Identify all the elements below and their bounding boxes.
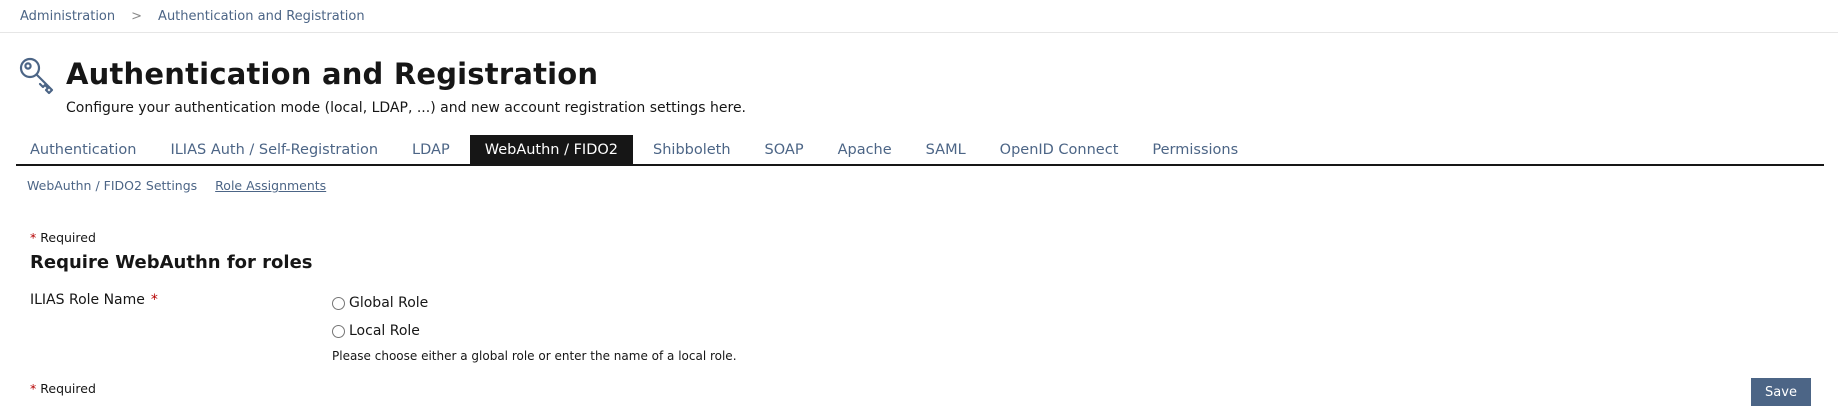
tab-openid-connect[interactable]: OpenID Connect bbox=[986, 135, 1133, 164]
tab-saml[interactable]: SAML bbox=[912, 135, 980, 164]
section-title: Require WebAuthn for roles bbox=[30, 252, 313, 273]
global-role-radio[interactable] bbox=[332, 296, 345, 310]
tab-webauthn-fido2[interactable]: WebAuthn / FIDO2 bbox=[469, 135, 634, 164]
key-icon bbox=[19, 57, 54, 95]
required-label: Required bbox=[40, 381, 96, 396]
required-label: Required bbox=[40, 230, 96, 245]
role-name-label: ILIAS Role Name * bbox=[30, 292, 158, 308]
subtab-webauthn-settings[interactable]: WebAuthn / FIDO2 Settings bbox=[27, 178, 197, 193]
tab-authentication[interactable]: Authentication bbox=[16, 135, 150, 164]
breadcrumb-item-authentication[interactable]: Authentication and Registration bbox=[158, 9, 365, 24]
required-star: * bbox=[150, 292, 158, 308]
tab-apache[interactable]: Apache bbox=[824, 135, 906, 164]
global-role-label: Global Role bbox=[349, 295, 429, 311]
page-title: Authentication and Registration bbox=[66, 57, 599, 91]
local-role-label: Local Role bbox=[349, 323, 420, 339]
breadcrumb: Administration > Authentication and Regi… bbox=[0, 0, 1838, 33]
required-star: * bbox=[30, 381, 37, 396]
required-note-bottom: * Required bbox=[30, 381, 96, 396]
save-button[interactable]: Save bbox=[1751, 378, 1811, 406]
tab-shibboleth[interactable]: Shibboleth bbox=[639, 135, 745, 164]
page-description: Configure your authentication mode (loca… bbox=[66, 100, 747, 116]
required-note-top: * Required bbox=[30, 230, 96, 245]
breadcrumb-separator: > bbox=[131, 8, 143, 24]
role-name-label-text: ILIAS Role Name bbox=[30, 292, 145, 308]
breadcrumb-item-administration[interactable]: Administration bbox=[20, 9, 115, 24]
local-role-radio[interactable] bbox=[332, 324, 345, 338]
tab-soap[interactable]: SOAP bbox=[751, 135, 818, 164]
tab-ilias-auth-self-registration[interactable]: ILIAS Auth / Self-Registration bbox=[156, 135, 392, 164]
tab-permissions[interactable]: Permissions bbox=[1138, 135, 1252, 164]
main-tabs: Authentication ILIAS Auth / Self-Registr… bbox=[16, 135, 1824, 166]
tab-ldap[interactable]: LDAP bbox=[398, 135, 464, 164]
subtab-role-assignments[interactable]: Role Assignments bbox=[215, 178, 326, 193]
page-header: Authentication and Registration bbox=[18, 54, 598, 96]
sub-tabs: WebAuthn / FIDO2 Settings Role Assignmen… bbox=[27, 178, 344, 193]
local-role-option[interactable]: Local Role bbox=[332, 323, 420, 339]
global-role-option[interactable]: Global Role bbox=[332, 295, 428, 311]
required-star: * bbox=[30, 230, 37, 245]
role-help-text: Please choose either a global role or en… bbox=[332, 349, 737, 363]
